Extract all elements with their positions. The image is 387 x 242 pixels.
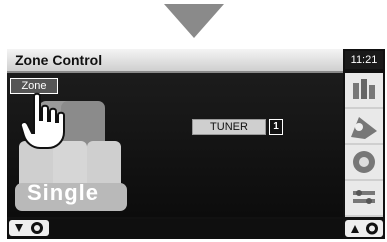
volume-down-button[interactable] [9, 220, 49, 236]
zone-control-screen: Zone Control 11:21 Zone TUNER 1 Single [7, 49, 385, 239]
side-button-settings[interactable] [345, 181, 383, 217]
zone-mode-label: Single [27, 180, 100, 205]
zone-panel: Zone TUNER 1 Single [7, 73, 343, 217]
source-indicator: TUNER [192, 119, 266, 135]
volume-up-button[interactable] [345, 220, 383, 237]
page-title: Zone Control [15, 52, 103, 68]
volume-down-icon [15, 222, 43, 234]
hand-pointer-icon [20, 92, 65, 149]
side-button-equalizer[interactable] [345, 73, 383, 109]
side-button-audio-fx[interactable] [345, 109, 383, 145]
equalizer-icon [353, 79, 375, 99]
side-menu [345, 73, 383, 217]
callout-badge: 1 [269, 119, 283, 135]
audio-fx-icon [351, 117, 377, 139]
down-arrow-icon [164, 4, 224, 38]
bottom-bar [7, 219, 343, 239]
side-button-speaker[interactable] [345, 145, 383, 181]
title-bar: Zone Control [7, 49, 343, 73]
settings-icon [353, 190, 375, 204]
volume-up-icon [351, 222, 378, 235]
clock: 11:21 [345, 51, 383, 69]
speaker-icon [353, 151, 375, 173]
